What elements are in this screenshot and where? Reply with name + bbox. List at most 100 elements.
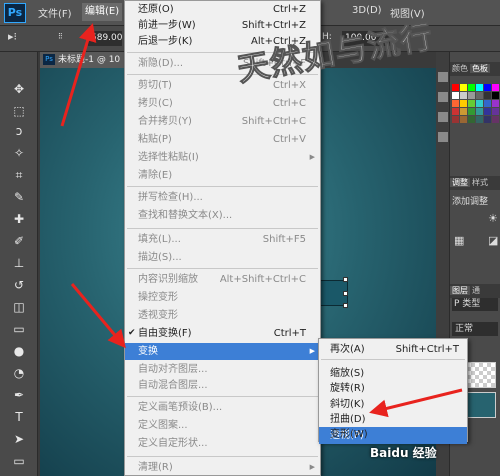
hsl-icon[interactable]: ▦ bbox=[454, 234, 464, 247]
x-position-field[interactable]: 589.00 bbox=[88, 31, 123, 46]
edit-menu-item[interactable]: 操控变形 bbox=[125, 289, 320, 306]
edit-menu-item[interactable]: 查找和替换文本(X)... bbox=[125, 207, 320, 224]
transform-submenu-item[interactable]: 斜切(K) bbox=[319, 396, 467, 413]
history-brush-icon[interactable]: ↺ bbox=[9, 276, 29, 294]
marquee-tool-icon[interactable]: ⬚ bbox=[9, 102, 29, 120]
color-swatch[interactable] bbox=[468, 116, 475, 123]
edit-menu-item[interactable]: 前进一步(W) Shift+Ctrl+Z bbox=[125, 17, 320, 34]
layer-kind-filter[interactable]: P 类型 bbox=[452, 298, 498, 311]
color-swatch[interactable] bbox=[484, 108, 491, 115]
healing-brush-icon[interactable]: ✚ bbox=[9, 210, 29, 228]
color-swatch[interactable] bbox=[460, 108, 467, 115]
color-swatch[interactable] bbox=[468, 92, 475, 99]
edit-menu-item[interactable]: 清理(R) ▶ bbox=[125, 459, 320, 476]
gradient-tool-icon[interactable]: ▭ bbox=[9, 320, 29, 338]
color-swatch[interactable] bbox=[452, 116, 459, 123]
color-swatch[interactable] bbox=[468, 84, 475, 91]
blend-mode-select[interactable]: 正常 bbox=[452, 322, 498, 336]
edit-menu-item[interactable]: 自动对齐图层... bbox=[125, 361, 320, 378]
color-swatch[interactable] bbox=[484, 116, 491, 123]
color-swatch[interactable] bbox=[452, 92, 459, 99]
edit-menu-item[interactable]: 拷贝(C) Ctrl+C bbox=[125, 95, 320, 112]
color-swatch[interactable] bbox=[476, 100, 483, 107]
edit-menu-item[interactable]: ✔ 自由变换(F) Ctrl+T bbox=[125, 325, 320, 342]
tab-swatches[interactable]: 色板 bbox=[470, 64, 490, 73]
transform-submenu-item[interactable]: 缩放(S) bbox=[319, 365, 467, 382]
color-swatch[interactable] bbox=[460, 116, 467, 123]
move-tool-icon[interactable]: ✥ bbox=[9, 80, 29, 98]
color-swatch[interactable] bbox=[452, 100, 459, 107]
edit-menu-item[interactable]: 内容识别缩放 Alt+Shift+Ctrl+C bbox=[125, 271, 320, 288]
transform-handle[interactable] bbox=[343, 277, 348, 282]
edit-menu-item[interactable]: 填充(L)... Shift+F5 bbox=[125, 231, 320, 248]
edit-menu-item[interactable]: 定义自定形状... bbox=[125, 435, 320, 452]
color-swatch[interactable] bbox=[460, 84, 467, 91]
color-swatch[interactable] bbox=[484, 100, 491, 107]
magic-wand-icon[interactable]: ✧ bbox=[9, 144, 29, 162]
color-swatch[interactable] bbox=[476, 116, 483, 123]
color-swatch[interactable] bbox=[492, 108, 499, 115]
tab-adjustments[interactable]: 调整 bbox=[450, 178, 470, 187]
menu-edit[interactable]: 编辑(E) bbox=[82, 3, 123, 21]
tab-channels[interactable]: 通 bbox=[470, 286, 482, 295]
color-swatch[interactable] bbox=[492, 92, 499, 99]
stamp-tool-icon[interactable]: ⊥ bbox=[9, 254, 29, 272]
menu-3d[interactable]: 3D(D) bbox=[352, 5, 382, 16]
layer-thumbnail-transparent[interactable] bbox=[466, 362, 496, 388]
edit-menu-item[interactable]: 还原(O) Ctrl+Z bbox=[125, 1, 320, 18]
color-swatch[interactable] bbox=[468, 100, 475, 107]
paragraph-panel-icon[interactable] bbox=[438, 132, 448, 142]
color-swatch[interactable] bbox=[476, 108, 483, 115]
document-tab[interactable]: Ps 未标题-1 @ 10 bbox=[40, 52, 125, 68]
color-swatch[interactable] bbox=[484, 84, 491, 91]
rectangle-tool-icon[interactable]: ▭ bbox=[9, 452, 29, 470]
edit-menu-item[interactable]: 合并拷贝(Y) Shift+Ctrl+C bbox=[125, 113, 320, 130]
color-swatch[interactable] bbox=[460, 100, 467, 107]
blur-tool-icon[interactable]: ● bbox=[9, 342, 29, 360]
edit-menu-item[interactable]: 变换 ▶ bbox=[125, 343, 320, 360]
path-selection-icon[interactable]: ➤ bbox=[9, 430, 29, 448]
color-swatch[interactable] bbox=[452, 108, 459, 115]
brush-tool-icon[interactable]: ✐ bbox=[9, 232, 29, 250]
crop-tool-icon[interactable]: ⌗ bbox=[9, 166, 29, 184]
tab-layers[interactable]: 图层 bbox=[450, 286, 470, 295]
transform-submenu-item[interactable]: 变形(W) bbox=[319, 426, 467, 443]
color-swatch[interactable] bbox=[476, 84, 483, 91]
dodge-tool-icon[interactable]: ◔ bbox=[9, 364, 29, 382]
layer-thumbnail-background[interactable] bbox=[466, 392, 496, 418]
eyedropper-icon[interactable]: ✎ bbox=[9, 188, 29, 206]
edit-menu-item[interactable]: 定义画笔预设(B)... bbox=[125, 399, 320, 416]
invert-icon[interactable]: ◪ bbox=[488, 234, 498, 247]
history-panel-icon[interactable] bbox=[438, 72, 448, 82]
color-swatch[interactable] bbox=[492, 116, 499, 123]
transform-handle[interactable] bbox=[343, 291, 348, 296]
edit-menu-item[interactable]: 清除(E) bbox=[125, 167, 320, 184]
edit-menu-item[interactable]: 透视变形 bbox=[125, 307, 320, 324]
color-swatch[interactable] bbox=[468, 108, 475, 115]
character-panel-icon[interactable] bbox=[438, 112, 448, 122]
pen-tool-icon[interactable]: ✒ bbox=[9, 386, 29, 404]
color-swatch[interactable] bbox=[460, 92, 467, 99]
eraser-tool-icon[interactable]: ◫ bbox=[9, 298, 29, 316]
edit-menu-item[interactable]: 自动混合图层... bbox=[125, 377, 320, 394]
edit-menu-item[interactable]: 定义图案... bbox=[125, 417, 320, 434]
move-tool-icon[interactable]: ▸⁝ bbox=[8, 30, 17, 43]
reference-point-icon[interactable]: ⁝⁝ bbox=[58, 32, 63, 42]
lasso-tool-icon[interactable]: ↄ bbox=[9, 122, 29, 140]
tab-styles[interactable]: 样式 bbox=[470, 178, 490, 187]
menu-file[interactable]: 文件(F) bbox=[38, 5, 72, 20]
transform-submenu-item[interactable]: 旋转(R) bbox=[319, 380, 467, 397]
tab-color[interactable]: 颜色 bbox=[450, 64, 470, 73]
brightness-icon[interactable]: ☀ bbox=[488, 212, 498, 225]
color-swatch[interactable] bbox=[492, 100, 499, 107]
color-swatch[interactable] bbox=[484, 92, 491, 99]
color-swatch[interactable] bbox=[452, 84, 459, 91]
edit-menu-item[interactable]: 粘贴(P) Ctrl+V bbox=[125, 131, 320, 148]
color-swatch[interactable] bbox=[476, 92, 483, 99]
transform-submenu-item[interactable]: 再次(A) Shift+Ctrl+T bbox=[319, 341, 467, 358]
transform-handle[interactable] bbox=[343, 303, 348, 308]
edit-menu-item[interactable]: 描边(S)... bbox=[125, 249, 320, 266]
type-tool-icon[interactable]: T bbox=[9, 408, 29, 426]
color-swatch[interactable] bbox=[492, 84, 499, 91]
edit-menu-item[interactable]: 拼写检查(H)... bbox=[125, 189, 320, 206]
